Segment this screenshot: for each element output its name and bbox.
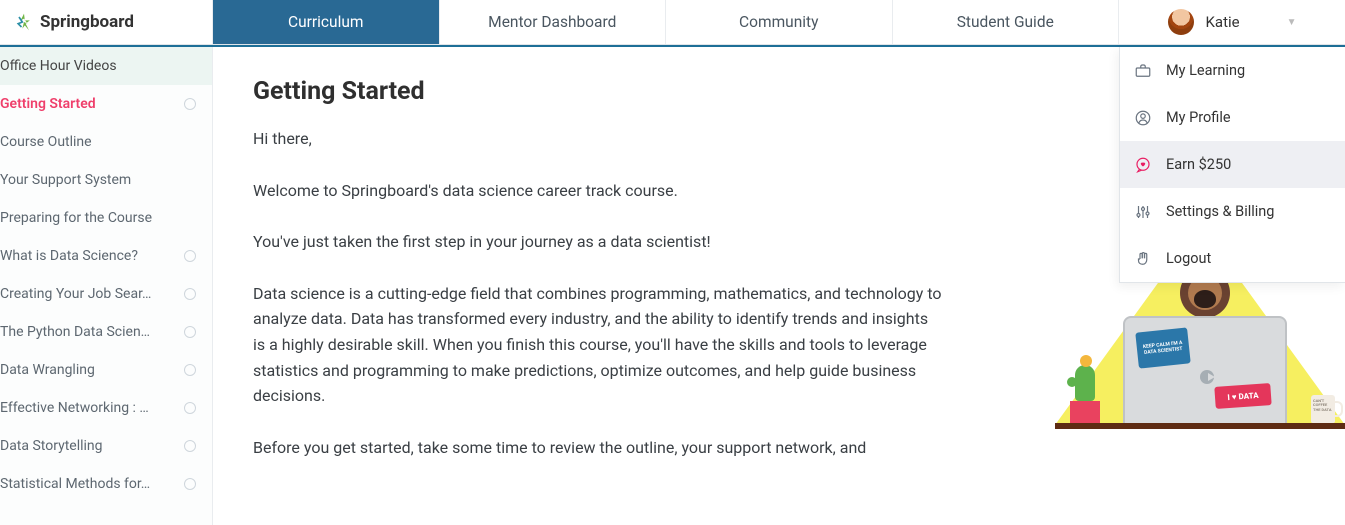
nav-tabs: Curriculum Mentor Dashboard Community St… [213,0,1119,44]
sidebar-item-label: Creating Your Job Sear… [0,286,151,302]
progress-circle-icon [184,440,196,452]
tab-curriculum[interactable]: Curriculum [213,0,440,44]
menu-my-profile[interactable]: My Profile [1120,94,1345,141]
sidebar-item-label: Your Support System [0,172,131,188]
menu-label: Logout [1166,250,1211,267]
tab-mentor-dashboard[interactable]: Mentor Dashboard [440,0,667,44]
sliders-icon [1134,203,1152,221]
hand-icon [1134,250,1152,268]
heart-bubble-icon [1134,156,1152,174]
progress-circle-icon [184,364,196,376]
sidebar-statistical-methods[interactable]: Statistical Methods for… [0,465,212,503]
menu-label: Earn $250 [1166,156,1231,173]
sidebar-item-label: Data Storytelling [0,438,103,454]
progress-circle-icon [184,288,196,300]
user-dropdown: My Learning My Profile Earn $250 Setting… [1119,47,1345,283]
sidebar-item-label: The Python Data Scien… [0,324,150,340]
sidebar-course-outline[interactable]: Course Outline [0,123,212,161]
briefcase-icon [1134,62,1152,80]
brand-name: Springboard [40,12,134,32]
user-name: Katie [1206,13,1240,31]
sidebar-item-label: Statistical Methods for… [0,476,150,492]
sidebar-item-label: Effective Networking : … [0,400,149,416]
chevron-down-icon: ▼ [1287,17,1297,28]
sidebar-data-wrangling[interactable]: Data Wrangling [0,351,212,389]
menu-earn[interactable]: Earn $250 [1120,141,1345,188]
tab-community[interactable]: Community [666,0,893,44]
brand-logo[interactable]: Springboard [0,0,213,44]
sticker-i-love-data: I ♥ DATA [1214,383,1271,409]
pacman-icon [1200,370,1214,384]
sticker-keep-calm: KEEP CALM I'M A DATA SCIENTIST [1135,327,1190,368]
avatar [1168,9,1194,35]
content-paragraph: Hi there, [253,126,943,152]
sidebar-getting-started[interactable]: Getting Started [0,85,212,123]
progress-circle-icon [184,250,196,262]
menu-settings-billing[interactable]: Settings & Billing [1120,188,1345,235]
sidebar-item-label: Office Hour Videos [0,58,117,74]
progress-circle-icon [184,98,196,110]
menu-logout[interactable]: Logout [1120,235,1345,282]
progress-circle-icon [184,478,196,490]
sidebar-item-label: Getting Started [0,96,96,112]
menu-my-learning[interactable]: My Learning [1120,47,1345,94]
sidebar-preparing[interactable]: Preparing for the Course [0,199,212,237]
sidebar-item-label: What is Data Science? [0,248,138,264]
sidebar-office-hours[interactable]: Office Hour Videos [0,47,212,85]
sidebar-effective-networking[interactable]: Effective Networking : … [0,389,212,427]
content-paragraph: Before you get started, take some time t… [253,435,943,461]
sidebar-support-system[interactable]: Your Support System [0,161,212,199]
content-paragraph: Data science is a cutting-edge field tha… [253,281,943,409]
sidebar-item-label: Preparing for the Course [0,210,152,226]
content-paragraph: Welcome to Springboard's data science ca… [253,178,943,204]
menu-label: My Learning [1166,62,1245,79]
springboard-logo-icon [14,12,34,32]
sidebar-item-label: Data Wrangling [0,362,95,378]
sidebar-data-storytelling[interactable]: Data Storytelling [0,427,212,465]
progress-circle-icon [184,326,196,338]
mug-icon: CAN'T COFFEE THE DATA [1311,395,1335,423]
menu-label: Settings & Billing [1166,203,1274,220]
menu-label: My Profile [1166,109,1231,126]
header: Springboard Curriculum Mentor Dashboard … [0,0,1345,45]
sidebar-what-is-ds[interactable]: What is Data Science? [0,237,212,275]
user-icon [1134,109,1152,127]
sidebar: Office Hour Videos Getting Started Cours… [0,47,213,525]
tab-student-guide[interactable]: Student Guide [893,0,1120,44]
sidebar-item-label: Course Outline [0,134,92,150]
content-paragraph: You've just taken the first step in your… [253,229,943,255]
progress-circle-icon [184,402,196,414]
user-menu-trigger[interactable]: Katie ▼ [1119,0,1345,44]
sidebar-creating-job-search[interactable]: Creating Your Job Sear… [0,275,212,313]
sidebar-python-ds[interactable]: The Python Data Scien… [0,313,212,351]
